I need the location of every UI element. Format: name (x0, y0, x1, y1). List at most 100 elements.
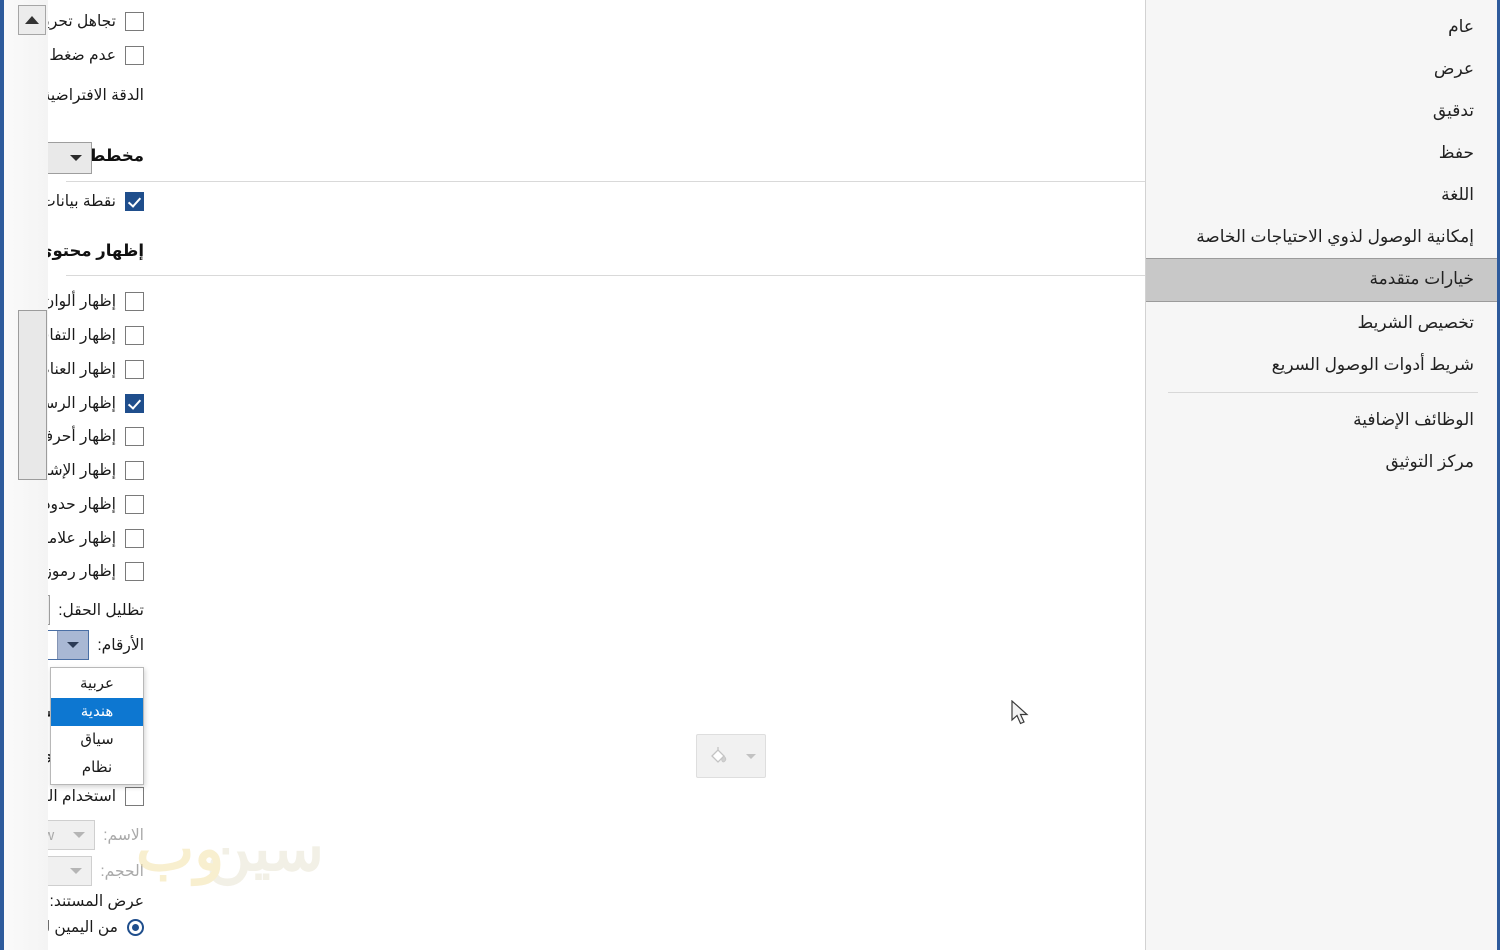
label-show-drawings: إظهار الرسومات مربعات النص على الشاشة (48, 395, 116, 412)
checkbox-show-text-wrap[interactable] (125, 326, 144, 345)
sidebar-item-quick-access[interactable]: شريط أدوات الوصول السريع (1146, 344, 1500, 386)
chevron-down-icon[interactable] (48, 607, 49, 613)
paint-bucket-icon (706, 745, 728, 767)
checkbox-show-bookmarks[interactable] (125, 461, 144, 480)
option-show-background-colors[interactable]: إظهار ألوان الخلفية وصورها في طريقة العر… (48, 292, 144, 311)
label-draft-font-size: الحجم: (100, 862, 144, 880)
sidebar-divider (1168, 392, 1478, 393)
sidebar-item-language[interactable]: اللغة (1146, 174, 1500, 216)
label-default-resolution: الدقة الافتراضية: (48, 86, 144, 104)
option-show-bookmarks[interactable]: إظهار الإشارات المرجعية (48, 461, 144, 480)
dropdown-option-arabic[interactable]: عربية (51, 670, 143, 698)
chevron-up-icon (25, 16, 39, 24)
site-watermark: سين وب (136, 815, 324, 887)
sidebar-item-display[interactable]: عرض (1146, 48, 1500, 90)
chevron-down-icon (64, 832, 94, 838)
field-draft-font-size: الحجم: ١٠ (48, 856, 144, 886)
dropdown-option-system[interactable]: نظام (51, 754, 143, 782)
label-draft-font: استخدام الخط التمهيدي في طريقتي العرض "م… (48, 788, 116, 805)
numbers-dropdown-list[interactable]: عربية هندية سياق نظام (50, 667, 144, 785)
draft-font-size-combo: ١٠ (48, 856, 93, 886)
divider-display-content (66, 275, 1145, 276)
radio-right-to-left[interactable] (127, 919, 144, 936)
numbers-value: عربية (48, 636, 58, 654)
chevron-down-icon[interactable] (61, 155, 91, 161)
svg-text:سين: سين (206, 815, 324, 887)
label-show-picture-placeholders: إظهار العناصر النائبة للصور (48, 361, 116, 378)
scrollbar-thumb[interactable] (18, 310, 47, 480)
checkbox-show-crop-marks[interactable] (125, 529, 144, 548)
scroll-up-button[interactable] (18, 5, 46, 35)
heading-chart: مخطط (88, 147, 144, 165)
option-show-picture-placeholders[interactable]: إظهار العناصر النائبة للصور i (48, 360, 144, 379)
sidebar-item-advanced[interactable]: خيارات متقدمة (1146, 258, 1500, 302)
draft-font-name-combo: Courier New (48, 820, 96, 850)
sidebar-item-customize-ribbon[interactable]: تخصيص الشريط (1146, 302, 1500, 344)
checkbox-show-control-chars[interactable] (125, 427, 144, 446)
label-draft-font-name: الاسم: (103, 826, 144, 844)
mouse-cursor (1011, 700, 1029, 725)
checkbox-show-text-boundaries[interactable] (125, 495, 144, 514)
vertical-scrollbar[interactable] (4, 0, 48, 950)
option-show-drawings[interactable]: إظهار الرسومات مربعات النص على الشاشة (48, 394, 144, 413)
sidebar-item-trust-center[interactable]: مركز التوثيق (1146, 441, 1500, 483)
draft-font-size-value: ١٠ (48, 862, 61, 880)
label-right-to-left: من اليمين لليسار (48, 919, 118, 936)
label-field-shading: تظليل الحقل: (58, 601, 144, 619)
checkbox-show-drawings[interactable] (125, 394, 144, 413)
field-numbers: الأرقام: عربية (48, 630, 144, 660)
divider-chart (66, 181, 1145, 182)
field-shading-combo[interactable]: عند التحديد (48, 595, 51, 625)
sidebar-item-save[interactable]: حفظ (1146, 132, 1500, 174)
checkbox-show-background-colors[interactable] (125, 292, 144, 311)
label-ignore-data-edit: تجاهل تحرير البيانات (48, 13, 116, 30)
field-draft-font-name: الاسم: Courier New (48, 820, 144, 850)
option-show-field-codes[interactable]: إظهار رموز الحقول بدلاً من قيمها (48, 562, 144, 581)
option-show-text-boundaries[interactable]: إظهار حدود النص (48, 495, 144, 514)
chevron-down-icon[interactable] (746, 753, 756, 759)
label-numbers: الأرقام: (97, 636, 144, 654)
chevron-down-icon[interactable] (57, 631, 89, 659)
option-chart-track-properties[interactable]: نقطة بيانات مخطط تتبع الخصائص i (48, 192, 144, 211)
sidebar-item-general[interactable]: عام (1146, 6, 1500, 48)
sidebar-item-accessibility[interactable]: إمكانية الوصول لذوي الاحتياجات الخاصة (1146, 216, 1500, 258)
label-show-background-colors: إظهار ألوان الخلفية وصورها في طريقة العر… (48, 293, 116, 310)
field-field-shading: تظليل الحقل: عند التحديد (48, 595, 144, 625)
dropdown-option-context[interactable]: سياق (51, 726, 143, 754)
label-show-field-codes: إظهار رموز الحقول بدلاً من قيمها (48, 563, 116, 580)
checkbox-no-compress-images[interactable] (125, 46, 144, 65)
checkbox-show-picture-placeholders[interactable] (125, 360, 144, 379)
checkbox-chart-track-properties[interactable] (125, 192, 144, 211)
checkbox-ignore-data-edit[interactable] (125, 12, 144, 31)
heading-display-content: إظهار محتوى المستند (48, 242, 144, 260)
label-no-compress-images: عدم ضغط الصور الموجودة في الملف (48, 47, 116, 64)
option-ignore-data-edit[interactable]: تجاهل تحرير البيانات i (48, 12, 144, 31)
label-chart-track-properties: نقطة بيانات مخطط تتبع الخصائص (48, 193, 116, 210)
chart-document-combo[interactable]: W New Microsoft Word Document (48, 142, 92, 174)
option-document-view-rtl[interactable]: من اليمين لليسار (48, 918, 144, 937)
dropdown-option-hindi[interactable]: هندية (51, 698, 143, 726)
draft-font-name-value: Courier New (48, 826, 55, 844)
option-show-text-wrap[interactable]: إظهار التفاف النص داخل نافذة المستند (48, 326, 144, 345)
numbers-combo[interactable]: عربية (48, 630, 90, 660)
label-document-view: عرض المستند: (49, 893, 144, 910)
option-no-compress-images[interactable]: عدم ضغط الصور الموجودة في الملف i (48, 46, 144, 65)
chevron-down-icon (61, 868, 91, 874)
label-show-crop-marks: إظهار علامات الاقتصاص (48, 530, 116, 547)
option-show-control-chars[interactable]: إظهار أحرف التحكم (48, 427, 144, 446)
sidebar-item-addins[interactable]: الوظائف الإضافية (1146, 399, 1500, 441)
svg-text:وب: وب (136, 815, 224, 887)
options-nav-pane: عام عرض تدقيق حفظ اللغة إمكانية الوصول ل… (1145, 0, 1500, 950)
option-show-crop-marks[interactable]: إظهار علامات الاقتصاص (48, 529, 144, 548)
checkbox-show-field-codes[interactable] (125, 562, 144, 581)
checkbox-draft-font[interactable] (125, 787, 144, 806)
field-chart-document: W New Microsoft Word Document (48, 142, 92, 174)
diacritics-color-button[interactable] (696, 734, 766, 778)
label-show-bookmarks: إظهار الإشارات المرجعية (48, 462, 116, 479)
sidebar-item-proofing[interactable]: تدقيق (1146, 90, 1500, 132)
advanced-options-panel: تجاهل تحرير البيانات i عدم ضغط الصور الم… (48, 0, 1145, 950)
chart-document-value: New Microsoft Word Document (48, 149, 61, 167)
label-show-control-chars: إظهار أحرف التحكم (48, 428, 116, 445)
label-show-text-wrap: إظهار التفاف النص داخل نافذة المستند (48, 327, 116, 344)
option-draft-font[interactable]: استخدام الخط التمهيدي في طريقتي العرض "م… (48, 787, 144, 806)
